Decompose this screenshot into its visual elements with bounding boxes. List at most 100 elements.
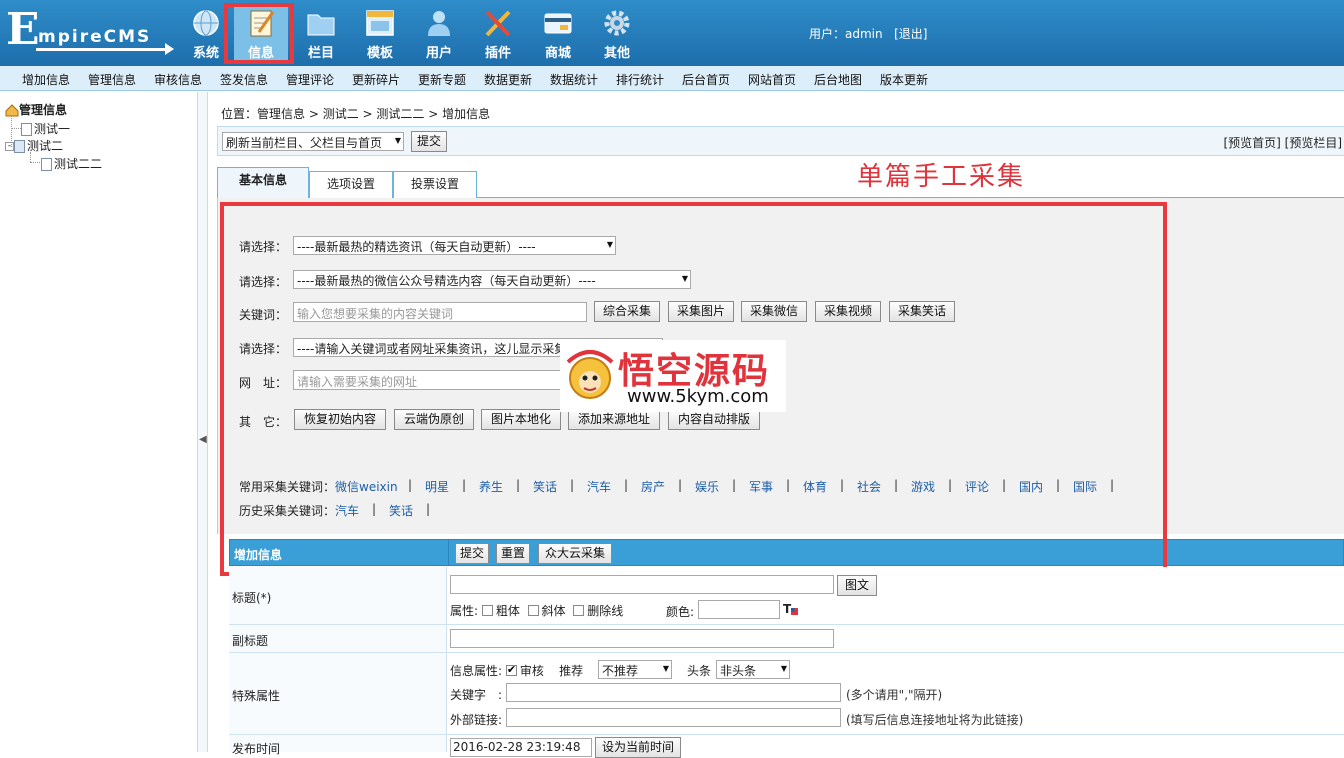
keywords-input[interactable]	[506, 683, 841, 702]
tab-options[interactable]: 选项设置	[309, 171, 393, 198]
collect-all-button[interactable]: 综合采集	[594, 301, 660, 322]
logo-letter: E	[6, 4, 40, 55]
strike-label: 删除线	[587, 604, 624, 618]
nav-column[interactable]: 栏目	[294, 6, 348, 62]
external-link-input[interactable]	[506, 708, 841, 727]
nav-other[interactable]: 其他	[590, 6, 644, 62]
recommend-select[interactable]: 不推荐	[598, 660, 672, 679]
submenu-item[interactable]: 审核信息	[154, 71, 202, 88]
collect-jokes-button[interactable]: 采集笑话	[889, 301, 955, 322]
keyword-link[interactable]: 国际	[1073, 478, 1097, 495]
subtitle-input[interactable]	[450, 629, 834, 648]
refresh-select[interactable]: 刷新当前栏目、父栏目与首页	[222, 132, 404, 151]
globe-icon	[193, 10, 219, 36]
nav-label: 模板	[366, 46, 393, 61]
submenu-item[interactable]: 管理信息	[88, 71, 136, 88]
keyword-link[interactable]: 笑话	[533, 478, 557, 495]
submenu-item[interactable]: 更新碎片	[352, 71, 400, 88]
toolbar-submit-button[interactable]: 提交	[411, 131, 447, 152]
localize-images-button[interactable]: 图片本地化	[481, 409, 561, 430]
attr-label: 属性:	[450, 604, 479, 618]
tab-vote[interactable]: 投票设置	[393, 171, 477, 198]
pubtime-input[interactable]: 2016-02-28 23:19:48	[450, 738, 592, 757]
nav-shop[interactable]: 商城	[531, 6, 585, 62]
history-keyword-link[interactable]: 笑话	[389, 502, 413, 519]
collect-wechat-button[interactable]: 采集微信	[741, 301, 807, 322]
set-current-time-button[interactable]: 设为当前时间	[595, 737, 681, 758]
tree-item-test1[interactable]: 测试一	[21, 120, 70, 137]
submenu-item[interactable]: 网站首页	[748, 71, 796, 88]
color-input[interactable]	[698, 600, 780, 619]
auto-format-button[interactable]: 内容自动排版	[668, 409, 760, 430]
italic-checkbox[interactable]	[527, 605, 539, 616]
submenu-item[interactable]: 数据更新	[484, 71, 532, 88]
url-input[interactable]: 请输入需要采集的网址	[293, 370, 583, 390]
submenu-item[interactable]: 更新专题	[418, 71, 466, 88]
logo-text: mpireCMS	[38, 27, 152, 47]
logout-link[interactable]: [退出]	[894, 27, 927, 41]
keyword-link[interactable]: 评论	[965, 478, 989, 495]
breadcrumb-path[interactable]: 管理信息 > 测试二 > 测试二二 > 增加信息	[257, 107, 490, 121]
nav-plugin[interactable]: 插件	[471, 6, 525, 62]
restore-content-button[interactable]: 恢复初始内容	[294, 409, 386, 430]
history-keyword-link[interactable]: 汽车	[335, 502, 359, 519]
preview-links[interactable]: [预览首页] [预览栏目]	[1223, 134, 1342, 151]
tree-item-label: 测试二	[27, 139, 64, 153]
collapse-arrow-icon[interactable]: ◀	[199, 434, 207, 445]
headline-select[interactable]: 非头条	[716, 660, 790, 679]
home-icon	[5, 104, 19, 117]
news-select[interactable]: ----最新最热的精选资讯（每天自动更新）----	[293, 236, 616, 255]
nav-template[interactable]: 模板	[353, 6, 407, 62]
add-source-button[interactable]: 添加来源地址	[568, 409, 660, 430]
submenu-item[interactable]: 版本更新	[880, 71, 928, 88]
submenu-item[interactable]: 签发信息	[220, 71, 268, 88]
pseudo-original-button[interactable]: 云端伪原创	[394, 409, 474, 430]
subtitle-label: 副标题	[232, 634, 269, 648]
keyword-link[interactable]: 社会	[857, 478, 881, 495]
form-reset-button[interactable]: 重置	[496, 543, 530, 564]
keyword-link[interactable]: 娱乐	[695, 478, 719, 495]
select-label: 请选择：	[239, 275, 288, 289]
breadcrumb: 位置：管理信息 > 测试二 > 测试二二 > 增加信息	[221, 105, 490, 122]
keyword-link[interactable]: 房产	[641, 478, 665, 495]
collapse-icon[interactable]: -	[5, 142, 14, 151]
picture-news-button[interactable]: 图文	[837, 575, 877, 596]
bold-checkbox[interactable]	[481, 605, 493, 616]
page-icon	[21, 123, 32, 136]
submenu-item[interactable]: 排行统计	[616, 71, 664, 88]
collect-images-button[interactable]: 采集图片	[668, 301, 734, 322]
sub-menu: 增加信息 管理信息 审核信息 签发信息 管理评论 更新碎片 更新专题 数据更新 …	[0, 66, 1344, 91]
submenu-item[interactable]: 增加信息	[22, 71, 70, 88]
tree-item-test22[interactable]: 测试二二	[41, 155, 102, 172]
keyword-link[interactable]: 微信weixin	[335, 478, 398, 495]
pubtime-label: 发布时间	[232, 742, 281, 756]
keyword-link[interactable]: 汽车	[587, 478, 611, 495]
watermark-logo: 悟空源码 www.5kym.com	[560, 340, 786, 412]
submenu-item[interactable]: 管理评论	[286, 71, 334, 88]
tree-root[interactable]: 管理信息	[5, 101, 67, 118]
submenu-item[interactable]: 数据统计	[550, 71, 598, 88]
keyword-link[interactable]: 军事	[749, 478, 773, 495]
submenu-item[interactable]: 后台地图	[814, 71, 862, 88]
keyword-input[interactable]: 输入您想要采集的内容关键词	[293, 302, 587, 322]
keyword-link[interactable]: 明星	[425, 478, 449, 495]
tree-item-test2[interactable]: - 测试二	[5, 137, 63, 154]
keyword-link[interactable]: 养生	[479, 478, 503, 495]
collect-video-button[interactable]: 采集视频	[815, 301, 881, 322]
page-icon	[41, 158, 52, 171]
panel-splitter[interactable]: ◀	[198, 92, 208, 752]
wechat-select[interactable]: ----最新最热的微信公众号精选内容（每天自动更新）----	[293, 270, 691, 289]
empirecms-logo[interactable]: E mpireCMS	[6, 4, 176, 55]
strike-checkbox[interactable]	[573, 605, 585, 616]
tab-basic-info[interactable]: 基本信息	[217, 167, 309, 199]
keyword-link[interactable]: 体育	[803, 478, 827, 495]
color-picker-icon[interactable]: T	[783, 601, 799, 617]
keyword-link[interactable]: 国内	[1019, 478, 1043, 495]
title-input[interactable]	[450, 575, 834, 594]
cloud-collect-button[interactable]: 众大云采集	[538, 543, 612, 564]
nav-user[interactable]: 用户	[412, 6, 466, 62]
keyword-link[interactable]: 游戏	[911, 478, 935, 495]
form-submit-button[interactable]: 提交	[455, 543, 489, 564]
submenu-item[interactable]: 后台首页	[682, 71, 730, 88]
audit-checkbox[interactable]	[505, 663, 517, 676]
